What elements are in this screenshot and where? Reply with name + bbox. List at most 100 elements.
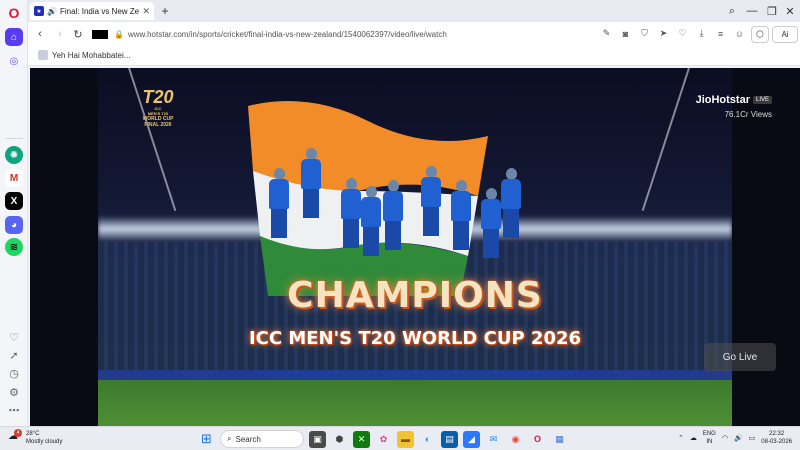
address-bar-icons: ✎ ◙ ⛉ ➤ ♡ ⤓ ≡ ☺ xyxy=(600,27,746,40)
tab-active[interactable]: ★ 🔊 Final: India vs New Ze ✕ xyxy=(30,2,154,20)
bookmark-favicon-icon xyxy=(38,50,48,60)
home-icon[interactable]: ⌂ xyxy=(5,28,23,46)
taskbar-search[interactable]: ⌕ Search xyxy=(220,430,304,448)
gmail-icon[interactable]: M xyxy=(5,169,23,187)
sidebar-divider xyxy=(5,138,23,139)
search-icon: ⌕ xyxy=(227,434,232,443)
tab-title: Final: India vs New Ze xyxy=(59,6,140,16)
player-figure xyxy=(298,148,324,218)
weather-widget[interactable]: ☁ 4 28°C Mostly cloudy xyxy=(8,429,63,446)
search-tabs-icon[interactable]: ⌕ xyxy=(724,3,740,19)
view-count: 76.1Cr Views xyxy=(724,110,772,120)
logo-t20-text: T20 xyxy=(142,87,174,107)
discord-icon[interactable]: ◕ xyxy=(5,216,23,234)
new-tab-button[interactable]: + xyxy=(158,4,172,18)
store-icon[interactable]: ◢ xyxy=(463,430,480,448)
tab-strip: ★ 🔊 Final: India vs New Ze ✕ + ⌕ — ❐ ✕ xyxy=(28,0,800,22)
more-icon[interactable]: ⋯ xyxy=(7,403,21,417)
photos-icon[interactable]: ✿ xyxy=(375,431,392,448)
player-figure xyxy=(266,168,292,238)
player-figure xyxy=(380,180,406,250)
edit-icon[interactable]: ✎ xyxy=(600,27,613,40)
video-frame: T20 ICC MEN'S T20 WORLD CUP FINAL 2026 C… xyxy=(98,68,732,426)
language-indicator[interactable]: ENG IN xyxy=(703,430,716,446)
redacted-block xyxy=(92,29,108,39)
restore-button[interactable]: ❐ xyxy=(764,3,780,19)
close-window-button[interactable]: ✕ xyxy=(782,3,798,19)
reload-button[interactable]: ↻ xyxy=(70,26,86,42)
extensions-icon[interactable]: ⬡ xyxy=(751,26,769,43)
windows-taskbar: ☁ 4 28°C Mostly cloudy ⊞ ⌕ Search ▣ ⬢ ✕ ✿… xyxy=(0,426,800,450)
temperature: 28°C xyxy=(26,431,40,437)
battery-icon[interactable]: ▭ xyxy=(749,434,756,442)
taskbar-apps: ⊞ ⌕ Search ▣ ⬢ ✕ ✿ ▬ ◐ ▤ ◢ ✉ ◉ O ▦ xyxy=(198,430,568,448)
live-badge: LIVE xyxy=(752,96,772,105)
send-icon[interactable]: ➚ xyxy=(7,348,21,362)
profile-icon[interactable]: ☺ xyxy=(733,27,746,40)
advertising-boards xyxy=(98,370,732,380)
copilot-icon[interactable]: ⬢ xyxy=(331,431,348,448)
history-icon[interactable]: ◷ xyxy=(7,366,21,380)
download-icon[interactable]: ⤓ xyxy=(695,27,708,40)
time-text: 22:32 xyxy=(769,431,785,437)
chrome-icon[interactable]: ◉ xyxy=(507,431,524,448)
tournament-subheadline: ICC MEN'S T20 WORLD CUP 2026 xyxy=(248,328,582,349)
video-player[interactable]: T20 ICC MEN'S T20 WORLD CUP FINAL 2026 C… xyxy=(30,68,800,426)
bookmark-label: Yeh Hai Mohabbatei... xyxy=(52,50,131,60)
wifi-icon[interactable]: ◠ xyxy=(722,434,728,442)
lock-icon[interactable]: 🔒 xyxy=(114,30,124,39)
mail-icon[interactable]: ✉ xyxy=(485,431,502,448)
floodlight-beam xyxy=(641,68,690,211)
xbox-icon[interactable]: ✕ xyxy=(353,430,370,448)
opera-logo-icon[interactable]: O xyxy=(5,4,23,22)
weather-condition: Mostly cloudy xyxy=(26,439,63,445)
minimize-button[interactable]: — xyxy=(744,3,760,19)
gear-icon[interactable]: ⚙ xyxy=(7,385,21,399)
aria-icon[interactable]: ◎ xyxy=(5,52,23,70)
heart-icon[interactable]: ♡ xyxy=(7,330,21,344)
chevron-up-icon[interactable]: ⌃ xyxy=(678,434,684,442)
chatgpt-icon[interactable]: ✺ xyxy=(5,146,23,164)
cloud-icon: ☁ 4 xyxy=(8,429,22,445)
spotify-icon[interactable]: ≋ xyxy=(5,238,23,256)
player-figure xyxy=(418,166,444,236)
player-figure xyxy=(448,180,474,250)
onedrive-icon[interactable]: ☁ xyxy=(690,434,697,442)
menu-icon[interactable]: ≡ xyxy=(714,27,727,40)
jiohotstar-watermark: JioHotstar LIVE 76.1Cr Views xyxy=(696,94,772,119)
back-button[interactable]: ‹ xyxy=(32,26,48,42)
x-twitter-icon[interactable]: X xyxy=(5,192,23,210)
date-text: 08-03-2026 xyxy=(761,439,792,445)
close-tab-icon[interactable]: ✕ xyxy=(142,6,150,17)
language-code: ENG xyxy=(702,431,716,437)
opera-taskbar-icon[interactable]: O xyxy=(529,431,546,448)
opera-sidebar: O ⌂ ◎ ✺ M X ◕ ≋ ♡ ➚ ◷ ⚙ ⋯ xyxy=(0,0,28,426)
file-explorer-icon[interactable]: ▬ xyxy=(397,430,414,448)
cricket-field xyxy=(98,380,732,426)
send-icon[interactable]: ➤ xyxy=(657,27,670,40)
volume-icon[interactable]: 🔊 xyxy=(734,434,743,442)
system-tray: ⌃ ☁ ENG IN ◠ 🔊 ▭ 22:32 08-03-2026 xyxy=(678,430,792,446)
speaker-icon[interactable]: 🔊 xyxy=(47,7,57,16)
logo-final-text: FINAL 2026 xyxy=(144,122,172,128)
notification-badge: 4 xyxy=(14,429,22,437)
task-view-icon[interactable]: ▣ xyxy=(309,430,326,448)
notepad-icon[interactable]: ▦ xyxy=(551,431,568,448)
url-text[interactable]: www.hotstar.com/in/sports/cricket/final-… xyxy=(128,30,447,39)
brand-name: JioHotstar xyxy=(695,94,750,107)
shield-icon[interactable]: ⛉ xyxy=(638,27,651,40)
heart-icon[interactable]: ♡ xyxy=(676,27,689,40)
bookmark-item[interactable]: Yeh Hai Mohabbatei... xyxy=(38,50,130,60)
windows-start-icon[interactable]: ⊞ xyxy=(198,431,215,448)
terminal-icon[interactable]: ▤ xyxy=(441,430,458,448)
forward-button[interactable]: › xyxy=(52,26,68,42)
ai-button[interactable]: Ai xyxy=(772,26,798,43)
edge-icon[interactable]: ◐ xyxy=(419,431,436,448)
go-live-button[interactable]: Go Live xyxy=(704,343,776,371)
clock[interactable]: 22:32 08-03-2026 xyxy=(761,430,792,446)
bookmarks-bar: Yeh Hai Mohabbatei... xyxy=(28,46,800,66)
t20-world-cup-logo: T20 ICC MEN'S T20 WORLD CUP FINAL 2026 xyxy=(138,88,178,136)
hotstar-favicon-icon: ★ xyxy=(34,6,44,16)
camera-icon[interactable]: ◙ xyxy=(619,27,632,40)
region-code: IN xyxy=(706,439,713,445)
